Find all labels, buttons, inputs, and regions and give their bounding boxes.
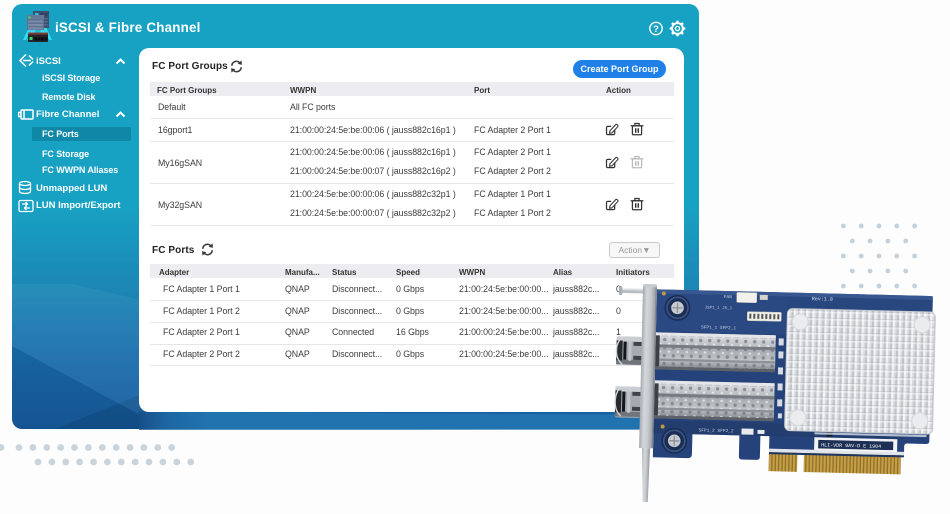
svg-text:FAN: FAN <box>724 294 733 300</box>
svg-text:SFP1_2 SFP2_2: SFP1_2 SFP2_2 <box>698 427 734 434</box>
svg-text:?: ? <box>653 24 659 35</box>
svg-text:JSPI_1 J5_1: JSPI_1 J5_1 <box>704 307 732 312</box>
svg-text:SFP1_1 SFP2_1: SFP1_1 SFP2_1 <box>701 324 737 331</box>
svg-text:Rev:1.0: Rev:1.0 <box>812 296 833 303</box>
